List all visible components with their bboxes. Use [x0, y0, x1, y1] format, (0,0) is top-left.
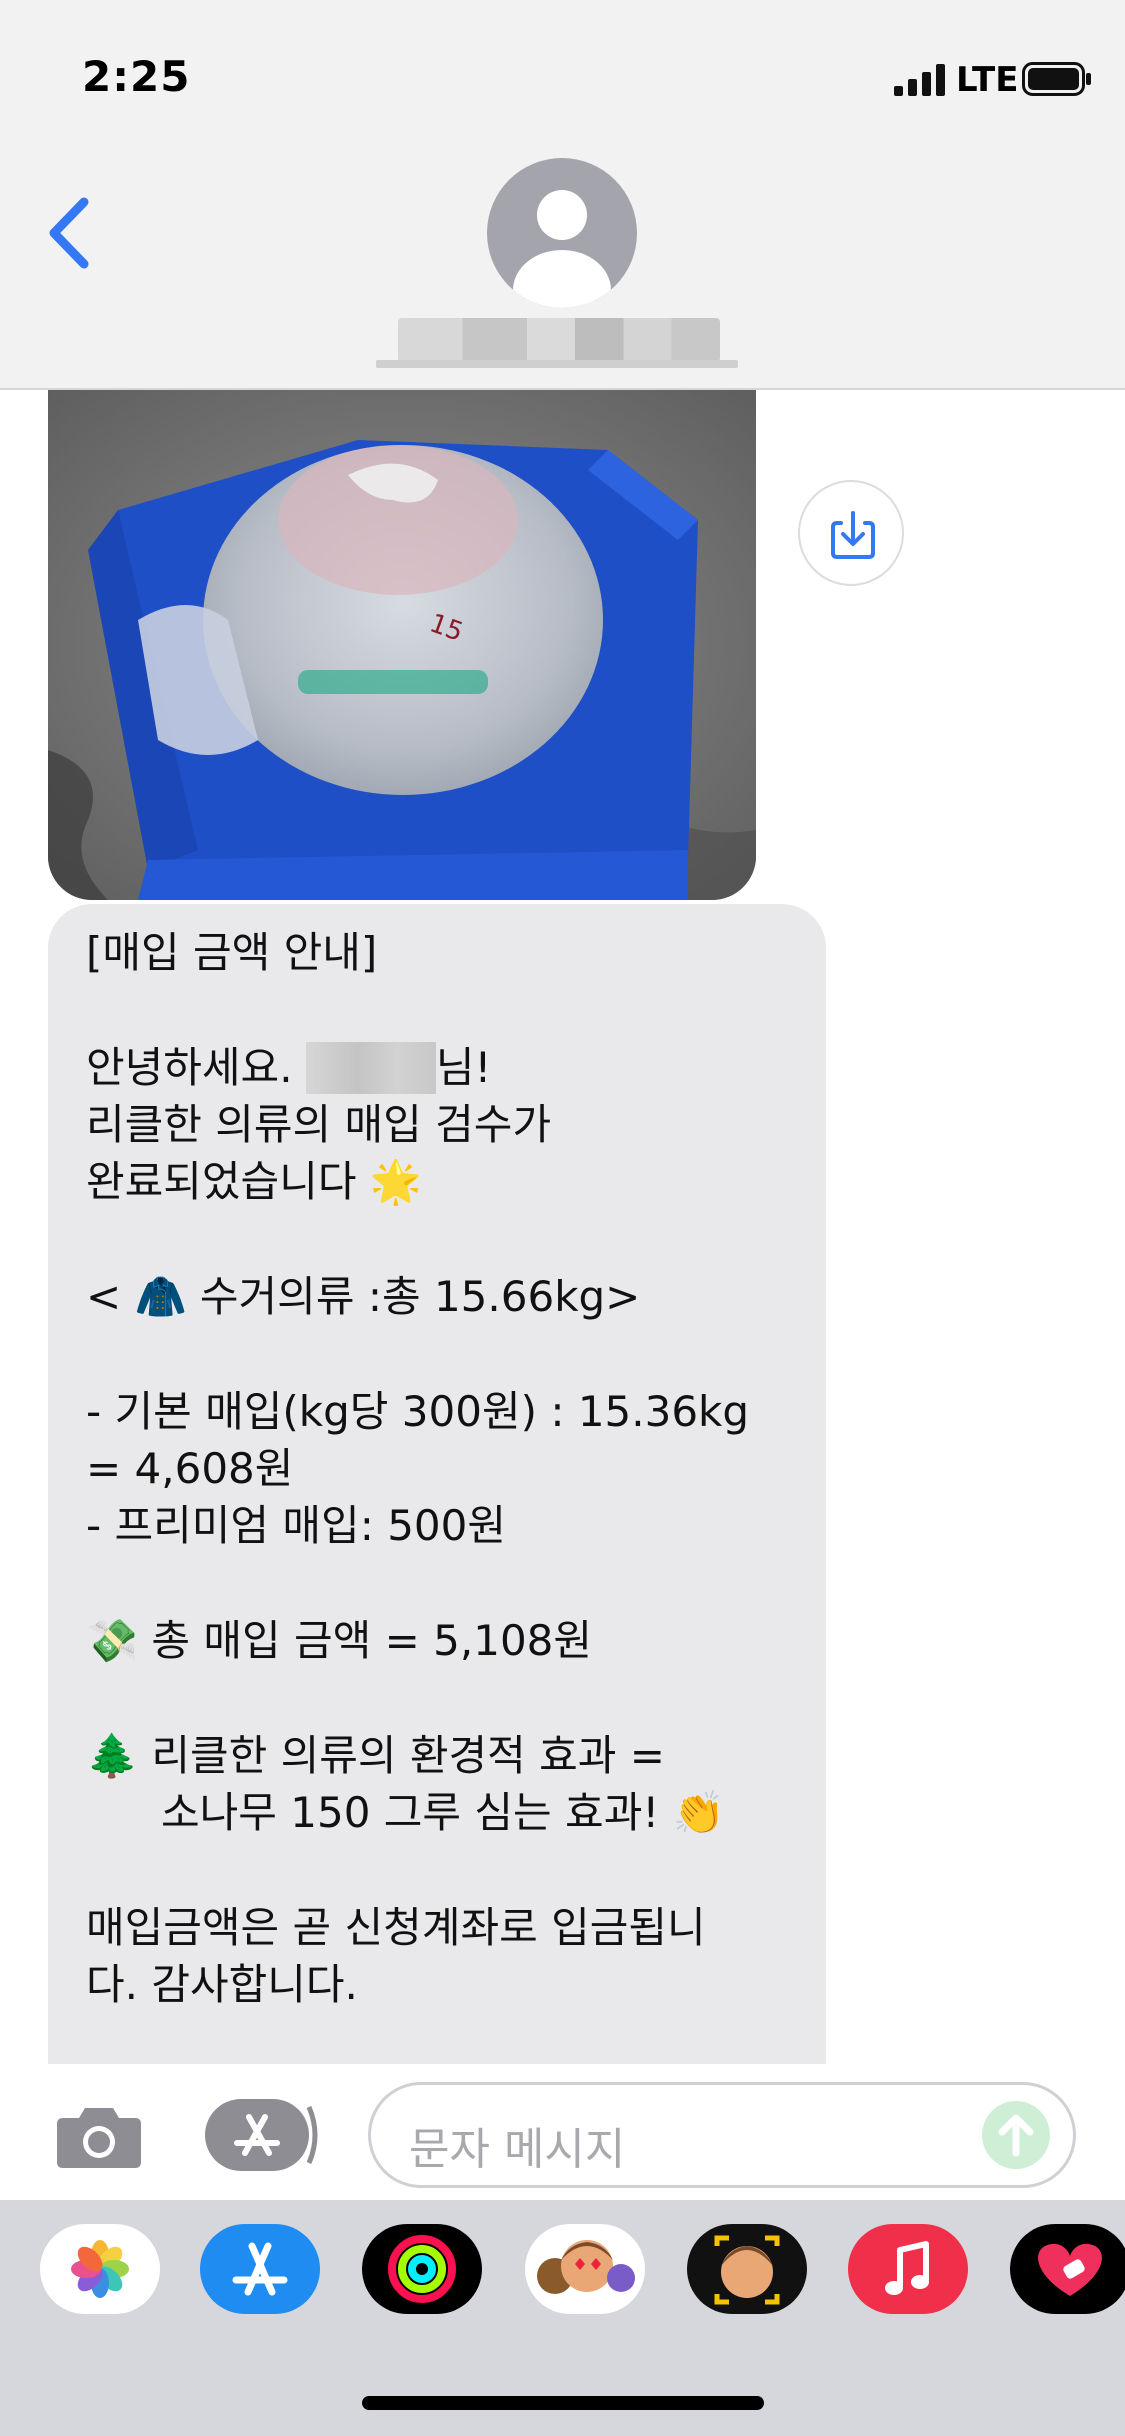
chevron-left-icon[interactable] — [44, 196, 94, 270]
battery-icon — [1022, 62, 1091, 96]
avatar-body — [513, 250, 611, 308]
memoji-stickers-icon — [537, 2240, 635, 2294]
attached-photo[interactable]: 15 — [48, 390, 756, 900]
premium-purchase-line: - 프리미엄 매입: 500원 — [86, 1501, 507, 1550]
clap-emoji-icon: 👏 — [672, 1788, 725, 1837]
message-input[interactable]: 문자 메시지 — [368, 2082, 1076, 2188]
appstore-app-icon — [232, 2242, 288, 2296]
camera-icon[interactable] — [55, 2104, 143, 2170]
message-input-bar: 문자 메시지 — [0, 2066, 1125, 2200]
imessage-app-drawer — [0, 2200, 1125, 2436]
summary-prefix: < — [86, 1272, 135, 1321]
save-image-icon — [831, 511, 875, 559]
summary-text: 수거의류 :총 15.66kg> — [199, 1272, 641, 1321]
photo-content: 15 — [48, 390, 756, 900]
app-appstore[interactable] — [200, 2224, 320, 2314]
eco-effect-line-1: 🌲 리클한 의류의 환경적 효과 = — [86, 1727, 790, 1784]
activity-rings-icon — [388, 2235, 456, 2303]
collection-summary: < 🧥 수거의류 :총 15.66kg> — [86, 1268, 790, 1325]
eco-effect-text-1: 리클한 의류의 환경적 효과 = — [151, 1731, 665, 1780]
closing-line-2: 다. 감사합니다. — [86, 1960, 358, 2009]
status-time: 2:25 — [82, 52, 191, 101]
tree-emoji-icon: 🌲 — [86, 1731, 139, 1780]
digital-touch-heart-icon — [1038, 2243, 1102, 2296]
total-amount-text: 총 매입 금액 = 5,108원 — [151, 1616, 593, 1665]
app-activity[interactable] — [362, 2224, 482, 2314]
save-image-button[interactable] — [798, 480, 904, 586]
avatar-head — [537, 190, 587, 240]
appstore-icon[interactable] — [205, 2099, 321, 2171]
message-title: [매입 금액 안내] — [86, 928, 378, 977]
received-message-bubble[interactable]: [매입 금액 안내] 안녕하세요. 님! 리클한 의류의 매입 검수가 완료되었… — [48, 904, 826, 2064]
send-button[interactable] — [982, 2101, 1050, 2169]
eco-effect-text-2: 소나무 150 그루 심는 효과! — [161, 1788, 660, 1837]
photos-icon — [71, 2240, 129, 2298]
signal-icon — [894, 64, 945, 96]
total-amount-line: 💸 총 매입 금액 = 5,108원 — [86, 1612, 790, 1669]
greeting-suffix: 님! — [435, 1043, 492, 1092]
greeting-prefix: 안녕하세요. — [86, 1043, 306, 1092]
message-input-placeholder: 문자 메시지 — [409, 2124, 626, 2175]
coat-emoji-icon: 🧥 — [134, 1272, 187, 1321]
send-arrow-icon — [998, 2114, 1034, 2157]
money-emoji-icon: 💸 — [86, 1616, 139, 1665]
contact-name-redacted[interactable] — [398, 318, 720, 362]
message-line-3-text: 완료되었습니다 — [86, 1157, 357, 1206]
message-line-3: 완료되었습니다 🌟 — [86, 1153, 790, 1210]
app-photos[interactable] — [40, 2224, 160, 2314]
contact-name-divider — [376, 360, 738, 368]
eco-effect-line-2: 소나무 150 그루 심는 효과! 👏 — [86, 1784, 790, 1841]
app-memoji-stickers[interactable] — [525, 2224, 645, 2314]
app-digital-touch[interactable] — [1010, 2224, 1125, 2314]
message-line-2: 리클한 의류의 매입 검수가 — [86, 1100, 552, 1149]
redacted-name — [305, 1042, 436, 1094]
basic-purchase-line-1: - 기본 매입(kg당 300원) : 15.36kg — [86, 1387, 750, 1436]
music-note-icon — [885, 2241, 929, 2295]
conversation-header: 2:25 LTE — [0, 0, 1125, 390]
closing-line-1: 매입금액은 곧 신청계좌로 입금됩니 — [86, 1903, 706, 1952]
home-indicator[interactable] — [362, 2396, 764, 2410]
message-greeting: 안녕하세요. 님! — [86, 1039, 790, 1096]
sparkle-emoji-icon: 🌟 — [369, 1157, 423, 1206]
app-memoji[interactable] — [687, 2224, 807, 2314]
memoji-camera-icon — [714, 2235, 780, 2305]
contact-avatar[interactable] — [487, 158, 637, 308]
app-music[interactable] — [848, 2224, 968, 2314]
basic-purchase-line-2: = 4,608원 — [86, 1444, 294, 1493]
network-type: LTE — [956, 60, 1019, 100]
